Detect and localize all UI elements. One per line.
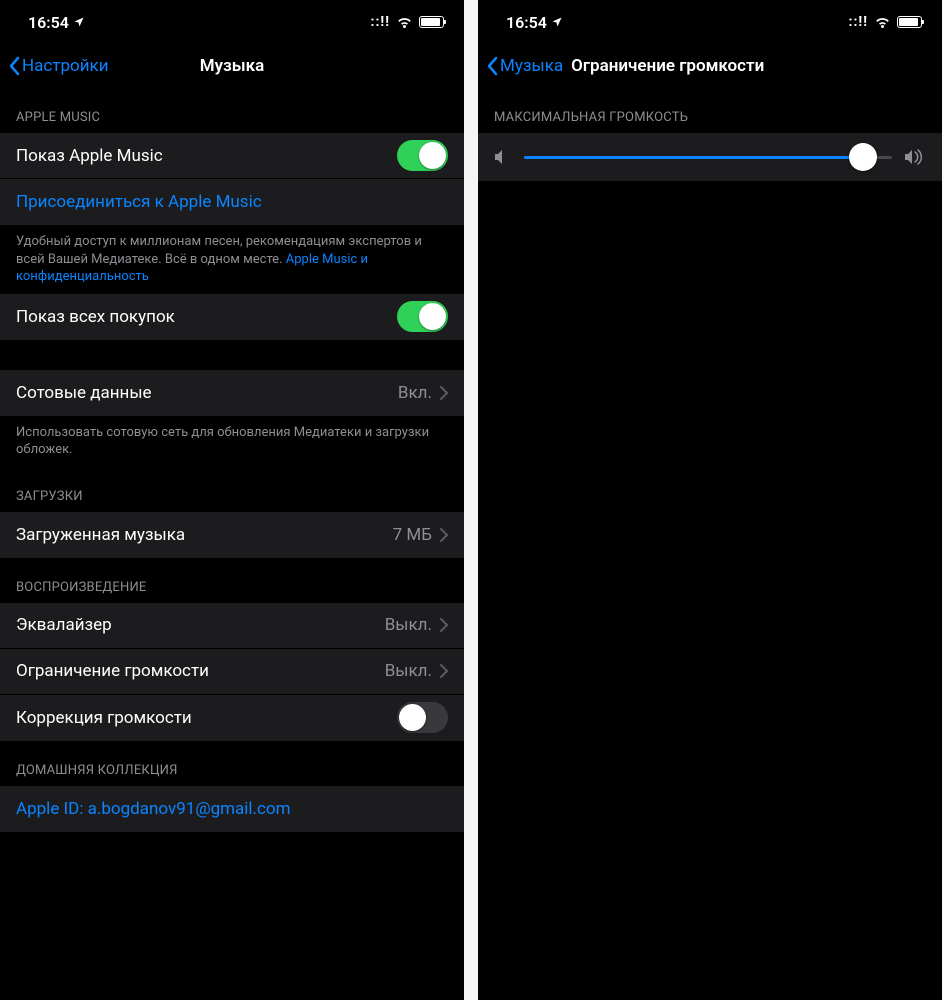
nav-bar: Настройки Музыка <box>0 44 464 88</box>
section-header-home-sharing: ДОМАШНЯЯ КОЛЛЕКЦИЯ <box>0 741 464 786</box>
volume-high-icon <box>904 149 926 165</box>
volume-slider-row <box>478 133 942 181</box>
row-join-apple-music[interactable]: Присоединиться к Apple Music <box>0 179 464 225</box>
back-label: Музыка <box>500 56 563 76</box>
back-button[interactable]: Настройки <box>8 56 109 76</box>
section-header-max-volume: МАКСИМАЛЬНАЯ ГРОМКОСТЬ <box>478 88 942 133</box>
toggle-show-all-purchases[interactable] <box>397 301 448 332</box>
slider-thumb[interactable] <box>849 143 877 171</box>
status-time: 16:54 <box>28 13 69 32</box>
status-bar: 16:54 ::!! <box>0 0 464 44</box>
row-apple-id[interactable]: Apple ID: a.bogdanov91@gmail.com <box>0 786 464 832</box>
chevron-right-icon <box>440 664 448 678</box>
footer-apple-music: Удобный доступ к миллионам песен, рекоме… <box>0 225 464 294</box>
row-downloaded-music[interactable]: Загруженная музыка 7 МБ <box>0 512 464 558</box>
volume-low-icon <box>494 149 512 165</box>
location-icon <box>551 16 563 28</box>
location-icon <box>73 16 85 28</box>
chevron-right-icon <box>440 618 448 632</box>
footer-cellular: Использовать сотовую сеть для обновления… <box>0 416 464 467</box>
battery-icon <box>897 16 922 28</box>
row-equalizer[interactable]: Эквалайзер Выкл. <box>0 603 464 649</box>
volume-limit-screen: 16:54 ::!! Музыка Ограничение громкости … <box>478 0 942 1000</box>
chevron-right-icon <box>440 528 448 542</box>
back-button[interactable]: Музыка <box>486 56 563 76</box>
volume-slider[interactable] <box>524 156 892 159</box>
row-sound-check[interactable]: Коррекция громкости <box>0 695 464 741</box>
section-header-apple-music: APPLE MUSIC <box>0 88 464 133</box>
status-indicators: ::!! <box>371 14 444 30</box>
page-title: Ограничение громкости <box>571 56 764 76</box>
section-header-downloads: ЗАГРУЗКИ <box>0 467 464 512</box>
status-indicators: ::!! <box>849 14 922 30</box>
chevron-left-icon <box>486 56 498 76</box>
wifi-icon <box>396 16 413 28</box>
dual-sim-icon: ::!! <box>849 14 868 30</box>
wifi-icon <box>874 16 891 28</box>
row-volume-limit[interactable]: Ограничение громкости Выкл. <box>0 649 464 695</box>
dual-sim-icon: ::!! <box>371 14 390 30</box>
row-show-all-purchases[interactable]: Показ всех покупок <box>0 294 464 340</box>
row-cellular-data[interactable]: Сотовые данные Вкл. <box>0 370 464 416</box>
toggle-sound-check[interactable] <box>397 702 448 733</box>
toggle-show-apple-music[interactable] <box>397 140 448 171</box>
page-title: Музыка <box>200 56 265 76</box>
back-label: Настройки <box>22 56 109 76</box>
nav-bar: Музыка Ограничение громкости <box>478 44 942 88</box>
section-header-playback: ВОСПРОИЗВЕДЕНИЕ <box>0 558 464 603</box>
chevron-left-icon <box>8 56 20 76</box>
chevron-right-icon <box>440 386 448 400</box>
status-bar: 16:54 ::!! <box>478 0 942 44</box>
music-settings-screen: 16:54 ::!! Настройки Музыка APPLE MUSIC … <box>0 0 464 1000</box>
row-show-apple-music[interactable]: Показ Apple Music <box>0 133 464 179</box>
status-time: 16:54 <box>506 13 547 32</box>
battery-icon <box>419 16 444 28</box>
